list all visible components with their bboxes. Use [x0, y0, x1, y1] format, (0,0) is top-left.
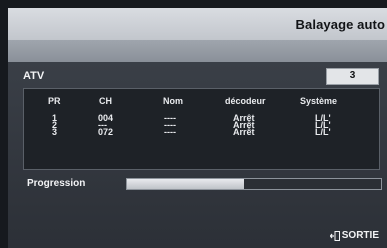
col-header-pr: PR	[48, 96, 61, 106]
title-bar: Balayage auto	[8, 8, 387, 40]
col-header-ch: CH	[99, 96, 112, 106]
exit-button[interactable]: SORTIE	[329, 230, 379, 241]
col-header-systeme: Système	[300, 96, 338, 106]
col-header-nom: Nom	[163, 96, 183, 106]
window-title: Balayage auto	[295, 17, 385, 32]
atv-count: 3	[349, 70, 356, 81]
row-3-ch: 072	[98, 127, 114, 137]
scan-screen: Balayage auto ATV 3 PR CH Nom décodeur S…	[0, 0, 387, 248]
progress-fill	[127, 179, 244, 189]
row-3-systeme: L/L'	[315, 127, 331, 137]
row-3-decodeur: Arrêt	[233, 127, 255, 137]
exit-icon	[329, 230, 340, 241]
atv-label: ATV	[23, 70, 45, 82]
progress-bar	[126, 178, 382, 190]
col-header-decodeur: décodeur	[225, 96, 266, 106]
row-3-pr: 3	[52, 127, 58, 137]
header-stripe	[8, 40, 387, 62]
progress-label: Progression	[27, 178, 86, 189]
atv-count-badge: 3	[326, 68, 379, 85]
exit-label: SORTIE	[341, 230, 379, 241]
row-3-nom: ----	[164, 127, 176, 137]
